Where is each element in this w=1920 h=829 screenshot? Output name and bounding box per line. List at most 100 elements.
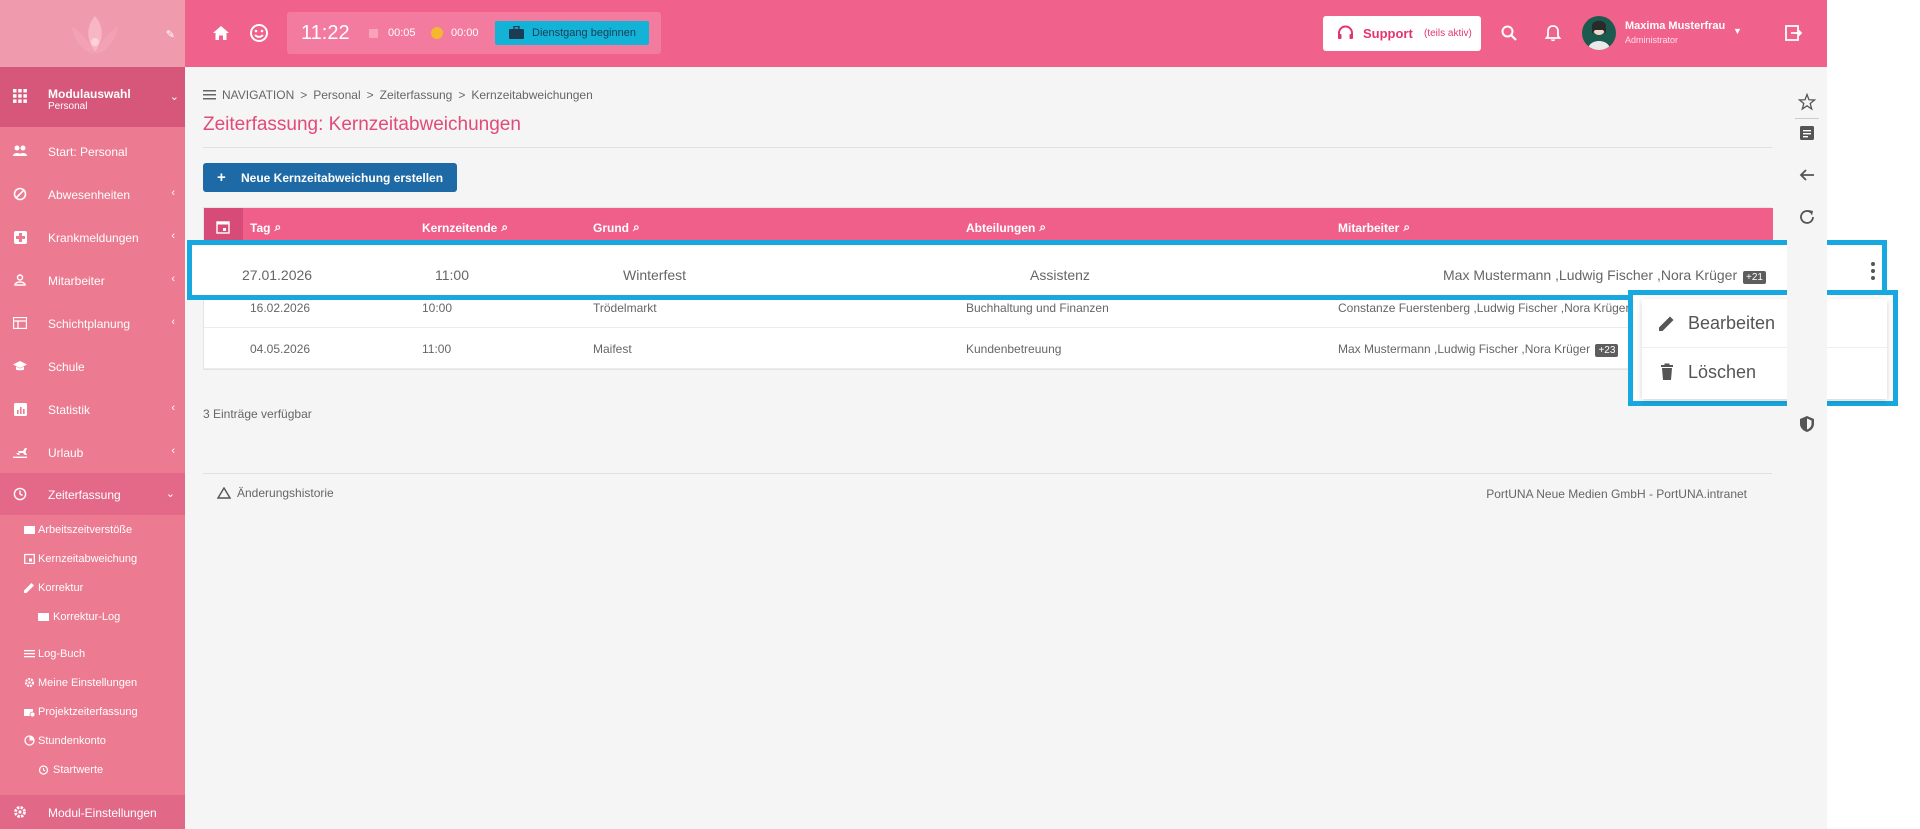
sidebar-item-urlaub[interactable]: Urlaub ‹ [0,431,185,473]
people-icon [13,144,27,158]
copyright: PortUNA Neue Medien GmbH - PortUNA.intra… [1486,487,1747,501]
pencil-icon [24,583,34,593]
column-header-tag[interactable]: Tag ⌕ [250,220,281,235]
pin-icon[interactable]: ✎ [166,28,175,41]
bell-icon[interactable] [1542,22,1564,44]
breadcrumb-personal[interactable]: Personal [313,88,360,102]
search-icon[interactable] [1498,22,1520,44]
table-header: Tag ⌕ Kernzeitende ⌕ Grund ⌕ Abteilungen ⌕ M… [204,208,1773,244]
cell-abteilungen: Buchhaltung und Finanzen [966,301,1109,315]
breadcrumb-navigation[interactable]: NAVIGATION [222,88,294,102]
logout-icon[interactable] [1782,22,1804,44]
chevron-left-icon: ‹ [171,402,175,414]
trash-icon [1661,363,1673,380]
page-title: Zeiterfassung: Kernzeitabweichungen [203,114,521,135]
folder-icon [38,613,49,621]
gear-icon [24,677,35,688]
main-content: NAVIGATION > Personal > Zeiterfassung > … [185,67,1787,829]
sidebar-subitem-korrektur-log[interactable]: Korrektur-Log [0,606,185,628]
home-icon[interactable] [210,22,232,44]
break-status-icon [431,27,443,39]
breadcrumb-separator: > [366,88,374,102]
divider [203,473,1772,474]
calendar-icon [24,553,35,564]
pie-icon [24,735,35,746]
column-header-abteilungen[interactable]: Abteilungen ⌕ [966,220,1046,235]
cell-mitarbeiter: Max Mustermann ,Ludwig Fischer ,Nora Krü… [1338,342,1619,357]
row-context-menu: Bearbeiten Löschen [1628,290,1898,406]
new-kernzeitabweichung-button[interactable]: + Neue Kernzeitabweichung erstellen [203,163,457,192]
sidebar-item-start[interactable]: Start: Personal [0,130,185,172]
breadcrumb: NAVIGATION > Personal > Zeiterfassung > … [203,88,593,102]
sidebar-item-zeiterfassung[interactable]: Zeiterfassung ⌄ [0,473,185,515]
sidebar-subitem-stundenkonto[interactable]: Stundenkonto [0,730,185,752]
sidebar-item-krankmeldungen[interactable]: Krankmeldungen ‹ [0,216,185,258]
sidebar-item-modul-einstellungen[interactable]: Modul-Einstellungen [0,795,185,829]
user-name[interactable]: Maxima Musterfrau [1625,20,1725,32]
warning-triangle-icon [217,487,231,499]
sidebar-item-statistik[interactable]: Statistik ‹ [0,388,185,430]
folder-icon [24,526,35,534]
module-selector[interactable]: Modulauswahl Personal ⌄ [0,67,185,127]
column-header-kernzeitende[interactable]: Kernzeitende ⌕ [422,220,508,235]
list-icon [24,650,35,658]
sidebar-item-mitarbeiter[interactable]: Mitarbeiter ‹ [0,259,185,301]
caret-down-icon[interactable]: ▼ [1733,26,1742,36]
sidebar: ✎ Modulauswahl Personal ⌄ Start: Persona… [0,0,185,829]
right-toolbar [1787,67,1827,829]
gear-icon [14,806,26,818]
breadcrumb-separator: > [458,88,466,102]
calendar-filter-button[interactable] [204,208,243,244]
sidebar-item-abwesenheiten[interactable]: Abwesenheiten ‹ [0,173,185,215]
edit-menu-item[interactable]: Bearbeiten [1642,299,1887,347]
smiley-icon[interactable] [248,22,270,44]
notes-icon[interactable] [1798,124,1816,142]
breadcrumb-current: Kernzeitabweichungen [471,88,593,102]
chart-icon [13,402,27,416]
search-icon[interactable]: ⌕ [1039,220,1046,235]
shield-icon[interactable] [1798,415,1816,433]
entries-count: 3 Einträge verfügbar [203,407,312,421]
arrow-left-icon[interactable] [1798,166,1816,184]
sidebar-subitem-projektzeiterfassung[interactable]: Projektzeiterfassung [0,701,185,723]
column-header-grund[interactable]: Grund ⌕ [593,220,640,235]
sidebar-subitem-arbeitszeitverstoesse[interactable]: Arbeitszeitverstöße [0,519,185,541]
break-counter: 00:00 [451,27,479,39]
more-vertical-icon[interactable] [1870,261,1876,281]
breadcrumb-zeiterfassung[interactable]: Zeiterfassung [380,88,453,102]
search-icon[interactable]: ⌕ [501,220,508,235]
cell-kernzeitende: 10:00 [422,301,453,315]
block-icon [13,187,27,201]
table-row[interactable]: 04.05.2026 11:00 Maifest Kundenbetreuung… [204,329,1773,369]
cell-tag: 16.02.2026 [250,301,311,315]
dienstgang-button[interactable]: Dienstgang beginnen [495,21,649,45]
sidebar-subitem-korrektur[interactable]: Korrektur [0,577,185,599]
chevron-down-icon: ⌄ [169,91,179,103]
chevron-left-icon: ‹ [171,273,175,285]
sidebar-subitem-log-buch[interactable]: Log-Buch [0,643,185,665]
star-icon[interactable] [1798,93,1816,111]
logo-area: ✎ [0,0,185,67]
search-icon[interactable]: ⌕ [1403,220,1410,235]
refresh-icon[interactable] [1798,208,1816,226]
change-history-link[interactable]: Änderungshistorie [217,486,334,500]
search-icon[interactable]: ⌕ [274,220,281,235]
chevron-left-icon: ‹ [171,187,175,199]
search-icon[interactable]: ⌕ [633,220,640,235]
cell-mitarbeiter: Max Mustermann ,Ludwig Fischer ,Nora Krü… [1443,267,1766,284]
more-count-badge[interactable]: +21 [1743,271,1766,284]
sidebar-item-schichtplanung[interactable]: Schichtplanung ‹ [0,302,185,344]
sidebar-item-schule[interactable]: Schule [0,345,185,387]
avatar[interactable] [1582,16,1616,50]
support-button[interactable]: Support (teils aktiv) [1323,16,1481,51]
briefcase-clock-icon [24,709,35,717]
person-icon [13,273,27,287]
cell-grund: Winterfest [623,267,687,283]
more-count-badge[interactable]: +23 [1595,344,1619,357]
menu-icon[interactable] [203,90,216,100]
sidebar-subitem-kernzeitabweichung[interactable]: Kernzeitabweichung [0,548,185,570]
column-header-mitarbeiter[interactable]: Mitarbeiter ⌕ [1338,220,1410,235]
sidebar-subitem-meine-einstellungen[interactable]: Meine Einstellungen [0,672,185,694]
delete-menu-item[interactable]: Löschen [1642,348,1887,396]
sidebar-subitem-startwerte[interactable]: Startwerte [0,759,185,781]
